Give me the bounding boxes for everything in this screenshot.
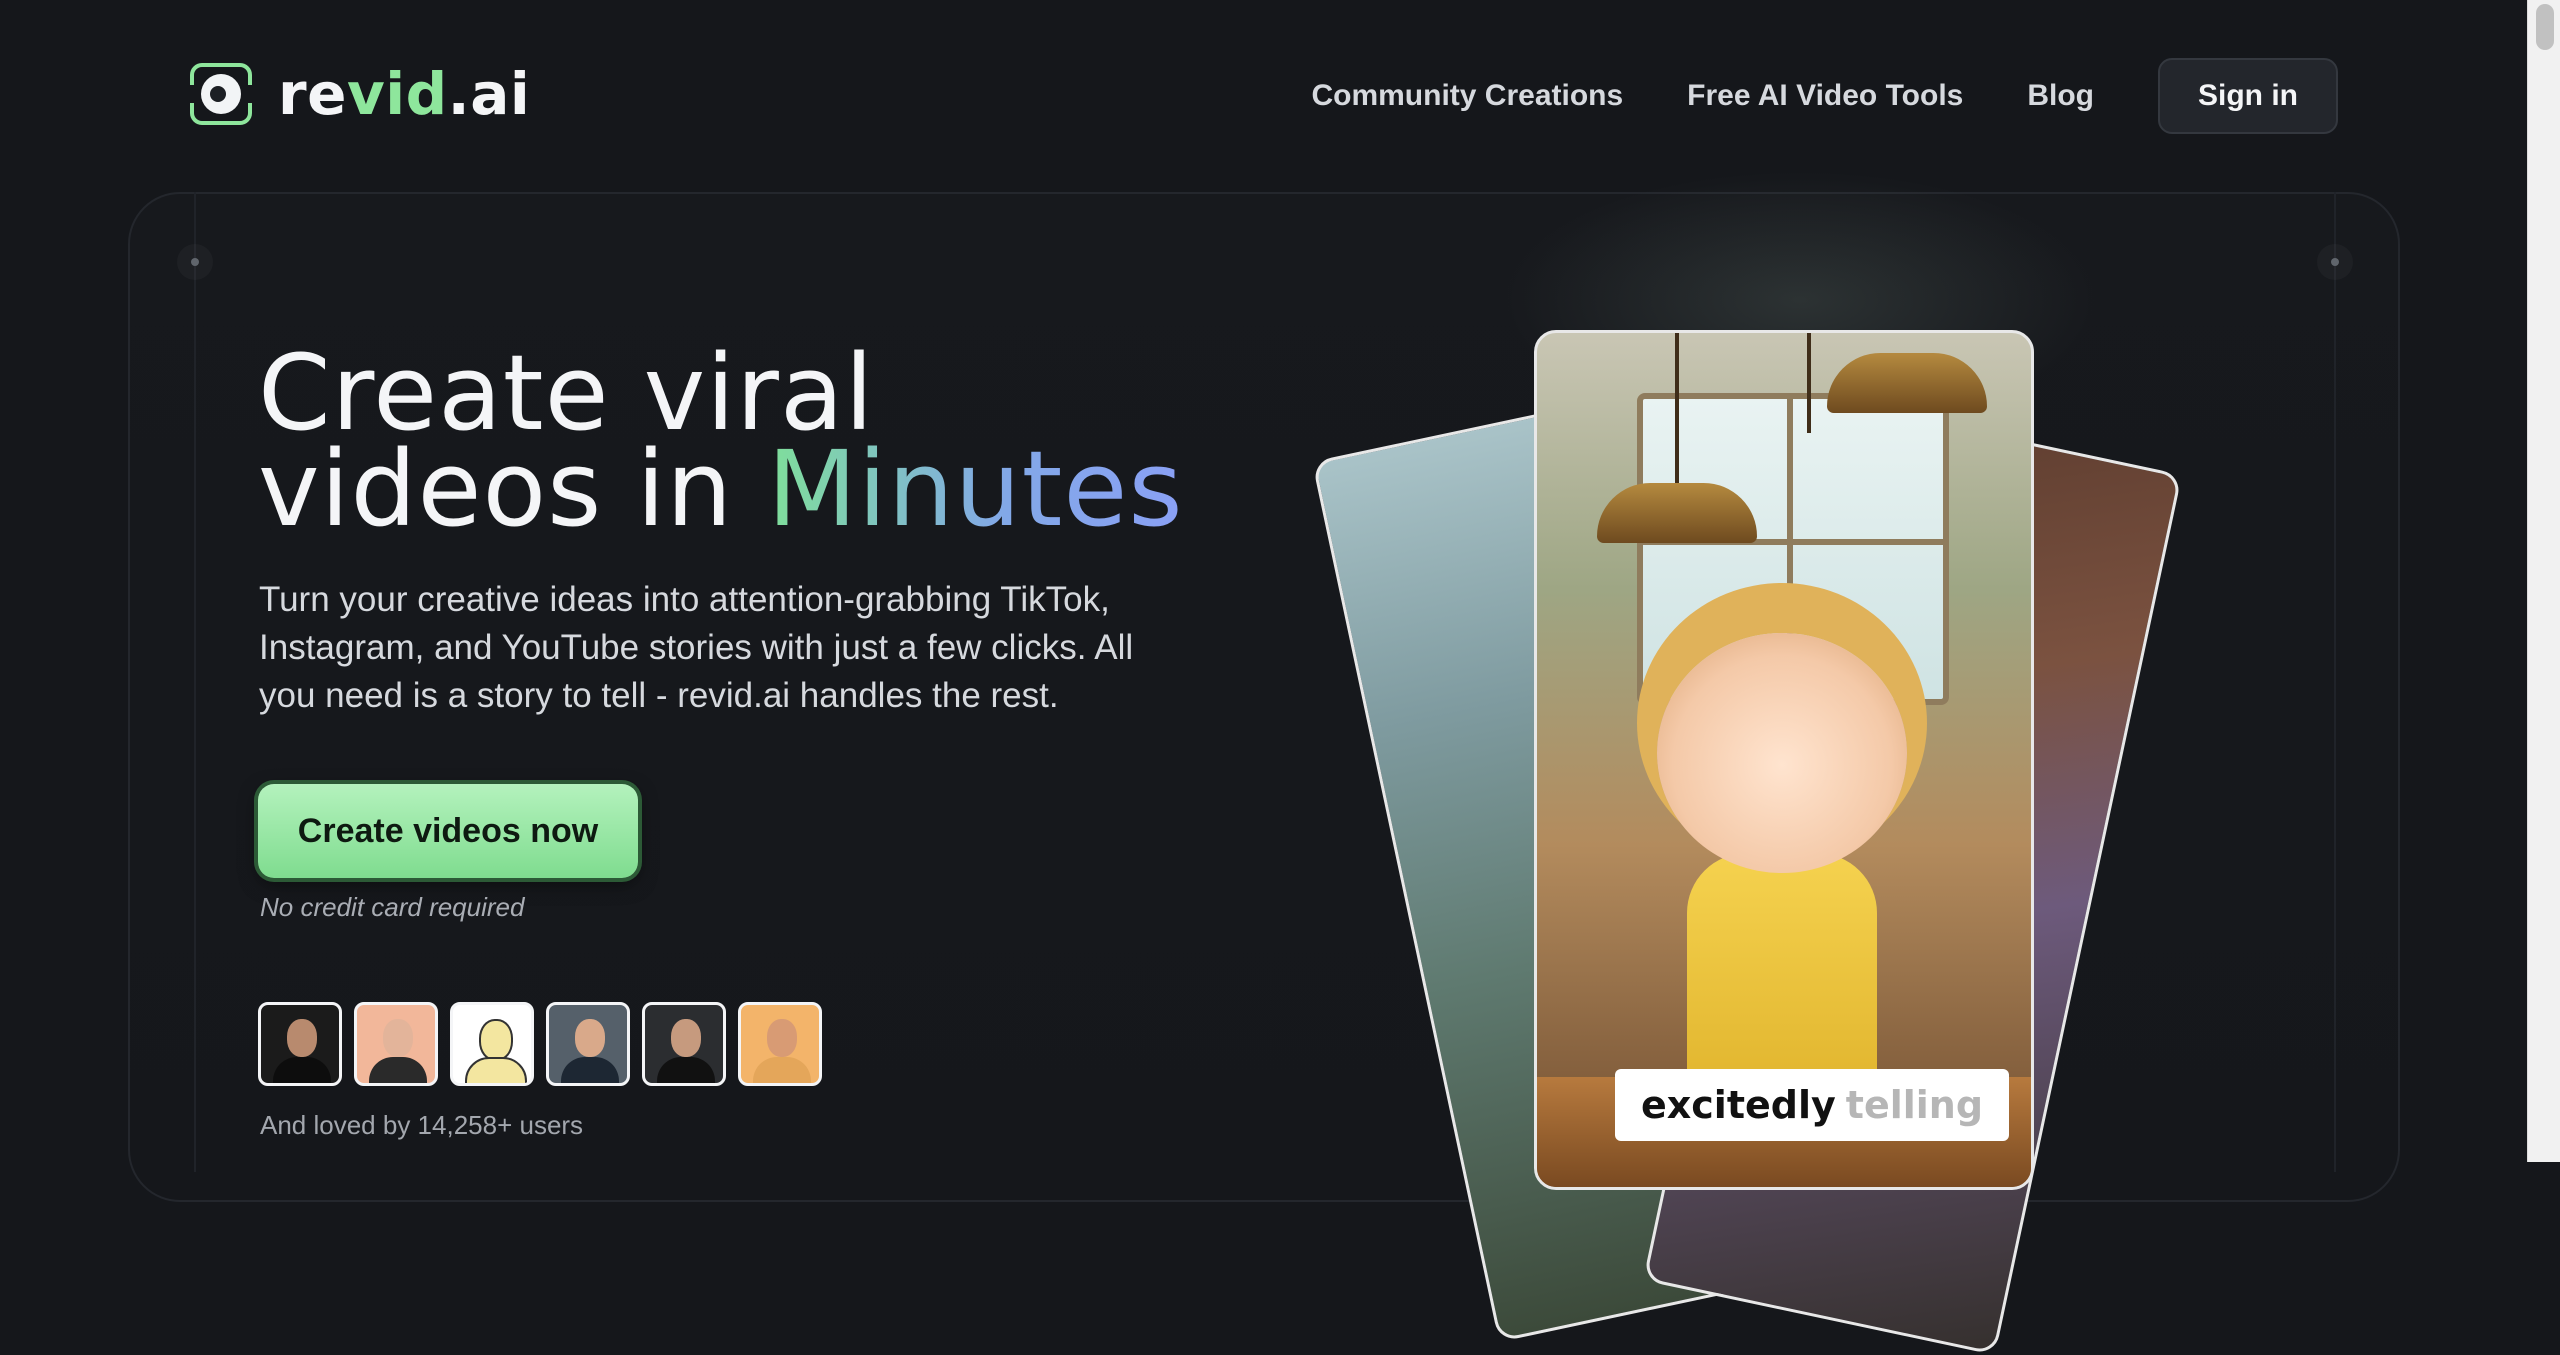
scene-character-body bbox=[1687, 853, 1877, 1093]
hero-subtitle: Turn your creative ideas into attention-… bbox=[259, 580, 1134, 715]
nav-link-blog[interactable]: Blog bbox=[2027, 79, 2094, 113]
brand-logo[interactable]: revid.ai bbox=[190, 58, 530, 130]
frame-guide-left bbox=[194, 192, 196, 1172]
hero-headline: Create viral videos in Minutes bbox=[258, 341, 1184, 541]
nav-link-free-ai-video-tools[interactable]: Free AI Video Tools bbox=[1687, 79, 1963, 113]
nav-link-community-creations[interactable]: Community Creations bbox=[1311, 79, 1623, 113]
caption-word-active: excitedly bbox=[1641, 1083, 1836, 1127]
scene-character-head bbox=[1657, 633, 1907, 873]
page-scrollbar[interactable] bbox=[2527, 0, 2560, 1162]
brand-name-accent: vid bbox=[346, 60, 448, 128]
brand-name-end: .ai bbox=[447, 60, 531, 128]
create-videos-button[interactable]: Create videos now bbox=[258, 784, 638, 878]
avatar bbox=[258, 1002, 342, 1086]
page: revid.ai Community Creations Free AI Vid… bbox=[0, 0, 2528, 1355]
brand-name: revid.ai bbox=[278, 60, 530, 128]
avatar bbox=[738, 1002, 822, 1086]
top-nav: Community Creations Free AI Video Tools … bbox=[1311, 58, 2338, 134]
video-card-main[interactable]: excitedly telling bbox=[1534, 330, 2034, 1190]
avatar bbox=[450, 1002, 534, 1086]
avatar bbox=[546, 1002, 630, 1086]
avatar bbox=[642, 1002, 726, 1086]
sign-in-button[interactable]: Sign in bbox=[2158, 58, 2338, 134]
frame-dot-right bbox=[2331, 258, 2339, 266]
scene-lamp bbox=[1827, 353, 1987, 413]
video-caption: excitedly telling bbox=[1615, 1069, 2010, 1141]
headline-accent: Minutes bbox=[767, 428, 1184, 550]
scene-lamp bbox=[1597, 483, 1757, 543]
headline-line-2: videos in bbox=[258, 428, 768, 550]
brand-name-start: re bbox=[278, 60, 347, 128]
caption-word-next: telling bbox=[1845, 1083, 1984, 1127]
frame-dot-left bbox=[191, 258, 199, 266]
logo-eye-shape bbox=[201, 74, 241, 114]
revid-logo-icon bbox=[190, 63, 252, 125]
scene-lamp-cord bbox=[1807, 333, 1811, 433]
social-proof-text: And loved by 14,258+ users bbox=[260, 1110, 584, 1140]
avatar bbox=[354, 1002, 438, 1086]
user-avatars bbox=[258, 1002, 834, 1086]
frame-guide-right bbox=[2334, 192, 2336, 1172]
no-credit-card-note: No credit card required bbox=[260, 892, 525, 922]
scrollbar-thumb[interactable] bbox=[2536, 4, 2554, 50]
